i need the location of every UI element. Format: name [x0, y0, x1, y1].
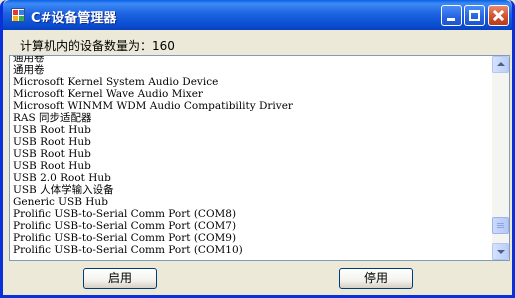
- app-window: C#设备管理器 计算机内的设备数量为：160 通用卷 通用卷 Microsoft K…: [0, 0, 515, 298]
- list-item[interactable]: RAS 同步适配器: [13, 112, 493, 124]
- list-item[interactable]: Microsoft WINMM WDM Audio Compatibility …: [13, 100, 493, 112]
- list-item[interactable]: 通用卷: [13, 64, 493, 76]
- list-item[interactable]: USB Root Hub: [13, 136, 493, 148]
- list-item[interactable]: Microsoft Kernel System Audio Device: [13, 76, 493, 88]
- list-item[interactable]: Prolific USB-to-Serial Comm Port (COM7): [13, 220, 493, 232]
- list-item[interactable]: USB Root Hub: [13, 124, 493, 136]
- minimize-icon: [447, 18, 455, 21]
- app-window-icon[interactable]: [11, 8, 25, 22]
- maximize-button[interactable]: [464, 5, 485, 26]
- vertical-scrollbar[interactable]: [492, 56, 509, 260]
- device-list[interactable]: 通用卷 通用卷 Microsoft Kernel System Audio Devi…: [13, 56, 493, 256]
- arrow-down-icon: [497, 250, 505, 254]
- list-item[interactable]: USB Root Hub: [13, 148, 493, 160]
- title-bar[interactable]: C#设备管理器: [3, 0, 512, 30]
- list-item[interactable]: USB Root Hub: [13, 160, 493, 172]
- list-item[interactable]: USB 人体学输入设备: [13, 184, 493, 196]
- arrow-up-icon: [497, 62, 505, 66]
- close-button[interactable]: [488, 5, 509, 26]
- close-icon: [489, 6, 508, 25]
- list-item[interactable]: Generic USB Hub: [13, 196, 493, 208]
- scroll-up-button[interactable]: [492, 56, 509, 73]
- device-count-label: 计算机内的设备数量为：160: [20, 39, 175, 53]
- list-item[interactable]: Prolific USB-to-Serial Comm Port (COM10): [13, 244, 493, 256]
- scroll-thumb[interactable]: [492, 217, 509, 234]
- enable-button[interactable]: 启用: [83, 268, 157, 289]
- scroll-down-button[interactable]: [492, 243, 509, 260]
- window-title: C#设备管理器: [31, 11, 117, 26]
- list-item[interactable]: Prolific USB-to-Serial Comm Port (COM9): [13, 232, 493, 244]
- maximize-icon: [469, 10, 480, 21]
- list-item[interactable]: 通用卷: [13, 56, 493, 64]
- list-item[interactable]: USB 2.0 Root Hub: [13, 172, 493, 184]
- list-item[interactable]: Prolific USB-to-Serial Comm Port (COM8): [13, 208, 493, 220]
- minimize-button[interactable]: [441, 5, 462, 26]
- disable-button[interactable]: 停用: [339, 268, 413, 289]
- list-item[interactable]: Microsoft Kernel Wave Audio Mixer: [13, 88, 493, 100]
- device-listbox[interactable]: 通用卷 通用卷 Microsoft Kernel System Audio Devi…: [9, 55, 510, 261]
